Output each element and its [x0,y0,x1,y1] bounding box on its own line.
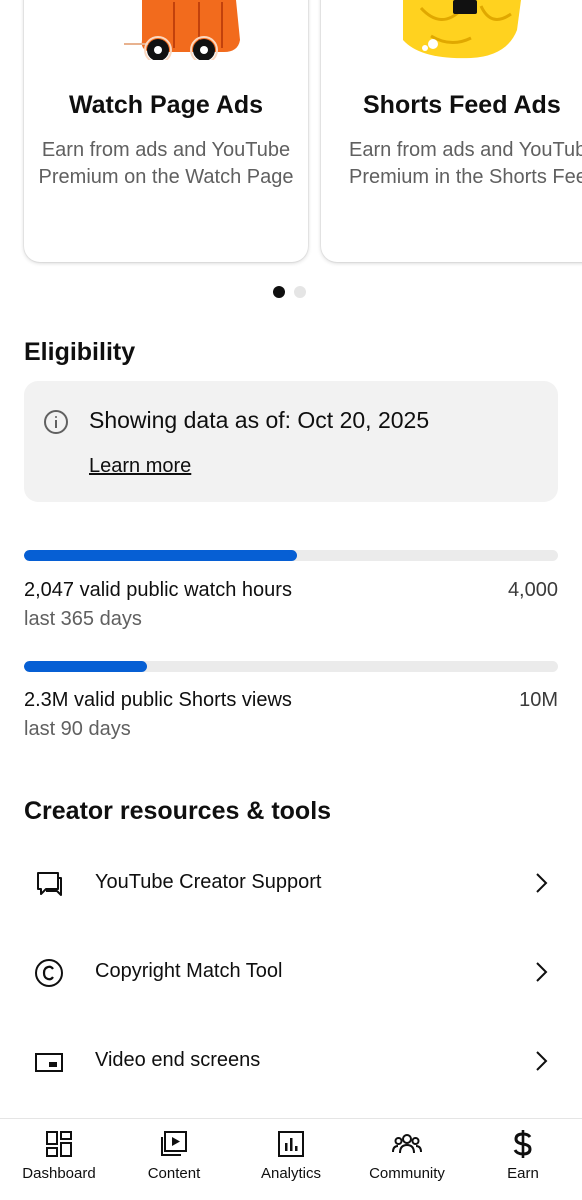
creator-resources-heading: Creator resources & tools [24,797,332,825]
nav-label: Dashboard [22,1165,96,1182]
nav-analytics[interactable]: Analytics [236,1119,346,1200]
nav-earn[interactable]: Earn [468,1119,578,1200]
watch-hours-period: last 365 days [24,608,142,630]
dashboard-icon [46,1131,72,1157]
card-description: Earn from ads and YouTube Premium on the… [38,139,294,188]
resource-item-video-end-screens[interactable]: Video end screens [0,1031,582,1091]
nav-content[interactable]: Content [119,1119,229,1200]
shorts-feed-illustration [403,0,521,59]
nav-community[interactable]: Community [352,1119,462,1200]
shorts-views-target: 10M [519,689,558,711]
carousel-card-watch-page-ads[interactable]: Watch Page Ads Earn from ads and YouTube… [24,0,308,262]
carousel-pagination [273,286,306,298]
data-as-of-text: Showing data as of: Oct 20, 2025 [89,407,430,433]
shorts-views-period: last 90 days [24,718,131,740]
chevron-right-icon [536,1051,548,1071]
chat-bubble-icon [37,872,62,896]
carousel-card-shorts-feed-ads[interactable]: Shorts Feed Ads Earn from ads and YouTub… [321,0,582,262]
card-title: Watch Page Ads [68,91,264,119]
bottom-navigation: Dashboard Content Analytics Community Ea… [0,1118,582,1200]
card-title: Shorts Feed Ads [363,91,561,119]
pagination-dot-active[interactable] [273,286,285,298]
resource-item-label: Copyright Match Tool [95,960,283,982]
chevron-right-icon [536,962,548,982]
content-icon [161,1131,187,1156]
copyright-icon [35,959,63,987]
nav-dashboard[interactable]: Dashboard [4,1119,114,1200]
monetization-carousel[interactable]: Watch Page Ads Earn from ads and YouTube… [0,0,582,275]
card-description: Earn from ads and YouTube Premium in the… [349,139,582,188]
data-freshness-notice: Showing data as of: Oct 20, 2025 Learn m… [24,381,558,502]
end-screen-icon [35,1053,63,1072]
shorts-views-progress-fill [24,661,147,672]
eligibility-heading: Eligibility [24,338,136,366]
resource-item-copyright-match[interactable]: Copyright Match Tool [0,942,582,1002]
earn-icon [513,1130,532,1158]
watch-page-illustration [124,0,240,60]
resource-item-label: YouTube Creator Support [95,871,322,893]
watch-hours-target: 4,000 [507,579,558,601]
community-icon [392,1134,422,1154]
resource-item-creator-support[interactable]: YouTube Creator Support [0,853,582,913]
nav-label: Analytics [260,1165,322,1182]
watch-hours-progress-fill [24,550,298,561]
shorts-views-label: 2.3M valid public Shorts views [24,689,292,711]
learn-more-link[interactable]: Learn more [89,455,191,478]
nav-label: Content [147,1165,201,1182]
info-icon [44,410,68,434]
watch-hours-label: 2,047 valid public watch hours [24,579,292,601]
nav-label: Earn [507,1165,539,1182]
watch-hours-progress-bar [24,550,558,561]
shorts-views-progress-bar [24,661,558,672]
pagination-dot[interactable] [294,286,306,298]
earn-page: Watch Page Ads Earn from ads and YouTube… [0,0,582,1200]
analytics-icon [278,1131,304,1157]
resource-item-label: Video end screens [95,1049,261,1071]
chevron-right-icon [536,873,548,893]
nav-label: Community [369,1165,445,1182]
